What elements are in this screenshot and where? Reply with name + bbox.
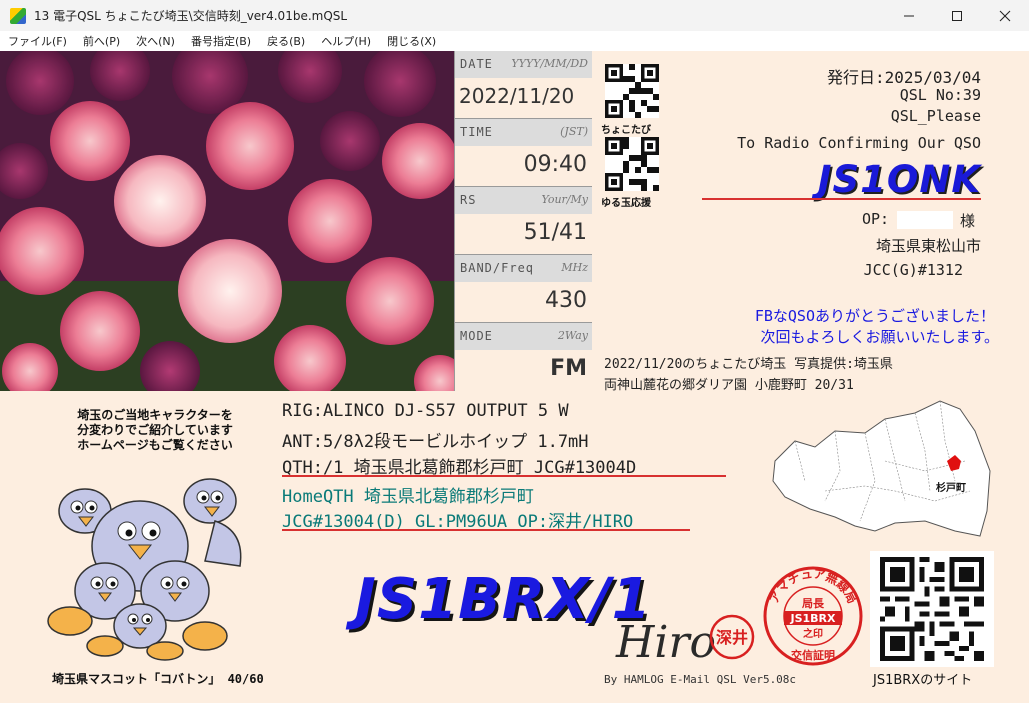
menu-jump[interactable]: 番号指定(B) [183, 33, 259, 49]
mode-label: MODE [460, 329, 493, 343]
to-callsign: JS1ONK [817, 158, 981, 201]
menu-close[interactable]: 閉じる(X) [379, 33, 444, 49]
my-callsign: JS1BRX/1 [355, 567, 652, 632]
signature-text: Hiro [616, 617, 716, 668]
personal-seal: 深井 [709, 614, 755, 660]
qth-underline [282, 475, 726, 477]
menu-file[interactable]: ファイル(F) [0, 33, 75, 49]
time-value: 09:40 [523, 152, 587, 177]
app-icon [10, 7, 26, 24]
close-button[interactable] [981, 0, 1029, 31]
op-label: OP: [862, 210, 890, 228]
antenna-line: ANT:5/8λ2段モービルホイップ 1.7mH [282, 432, 589, 452]
site-qr-frame [870, 551, 994, 667]
menu-back[interactable]: 戻る(B) [259, 33, 313, 49]
issue-date: 発行日:2025/03/04 [827, 68, 981, 87]
window-bottom-edge [0, 703, 1029, 713]
date-value: 2022/11/20 [459, 84, 575, 108]
title-bar: 13 電子QSL ちょこたび埼玉\交信時刻_ver4.01be.mQSL [0, 0, 1029, 31]
qr-bottom-caption: ゆる玉応援 [601, 198, 651, 209]
byline: By HAMLOG E-Mail QSL Ver5.08c [604, 673, 797, 686]
menu-help[interactable]: ヘルプ(H) [313, 33, 379, 49]
qr-top-caption: ちょこたび [601, 125, 651, 136]
map-label: 杉戸町 [936, 483, 966, 494]
mascot-intro-1: 埼玉のご当地キャラクターを [77, 408, 233, 422]
qr-code-top-icon[interactable] [605, 64, 659, 118]
dahlia-photo [0, 51, 454, 391]
mode-field: MODE 2Way FM [455, 323, 592, 391]
op-name-box [897, 211, 953, 229]
band-value: 430 [545, 288, 587, 313]
qsl-number: QSL No:39 [899, 86, 981, 104]
menu-next[interactable]: 次へ(N) [128, 33, 183, 49]
band-hint: MHz [561, 261, 588, 274]
mode-hint: 2Way [557, 329, 588, 342]
mascot-caption: 埼玉県マスコット「コバトン」 40/60 [52, 672, 264, 686]
op-suffix: 様 [960, 212, 976, 230]
to-jcc: JCC(G)#1312 [863, 261, 963, 279]
qr-code-bottom-icon[interactable] [605, 137, 659, 191]
qsl-card: DATE YYYY/MM/DD 2022/11/20 TIME (JST) 09:4… [0, 51, 1029, 703]
saitama-map [772, 400, 991, 537]
home-underline [282, 529, 690, 531]
rig-line: RIG:ALINCO DJ-S57 OUTPUT 5 W [282, 401, 569, 421]
seal-name: 深井 [716, 628, 748, 647]
stamp-mid-2: JS1BRX [789, 612, 836, 625]
dahlia-photo-art [0, 51, 454, 391]
menu-bar: ファイル(F) 前へ(P) 次へ(N) 番号指定(B) 戻る(B) ヘルプ(H)… [0, 31, 1029, 51]
window-controls [885, 0, 1029, 31]
rs-value: 51/41 [523, 220, 587, 245]
stamp-mid-1: 局長 [801, 597, 825, 610]
time-field: TIME (JST) 09:40 [455, 119, 592, 187]
signature: Hiro [616, 617, 716, 668]
thanks-line-2: 次回もよろしくお願いいたします。 [760, 328, 999, 346]
mascot-intro-3: ホームページもご覧ください [77, 438, 233, 452]
date-label: DATE [460, 57, 493, 71]
kobaton-mascot-image [47, 478, 242, 661]
stamp-bottom: 交信証明 [791, 648, 835, 662]
maximize-button[interactable] [933, 0, 981, 31]
maximize-icon [952, 10, 962, 21]
qso-fields: DATE YYYY/MM/DD 2022/11/20 TIME (JST) 09:4… [454, 51, 592, 391]
mascot-intro-2: 分変わりでご紹介しています [77, 423, 233, 437]
site-qr-code-icon[interactable] [877, 557, 987, 661]
confirm-line: To Radio Confirming Our QSO [737, 134, 981, 152]
mascot-intro: 埼玉のご当地キャラクターを 分変わりでご紹介しています ホームページもご覧くださ… [40, 408, 270, 453]
mode-value: FM [550, 356, 587, 381]
time-hint: (JST) [560, 125, 588, 138]
home-qth-line: HomeQTH 埼玉県北葛飾郡杉戸町 [282, 487, 534, 507]
station-stamp: アマチュア無線局 局長 JS1BRX 之印 交信証明 [763, 566, 863, 666]
window-title: 13 電子QSL ちょこたび埼玉\交信時刻_ver4.01be.mQSL [34, 9, 348, 23]
rs-hint: Your/My [541, 193, 588, 206]
minimize-button[interactable] [885, 0, 933, 31]
stamp-mid-3: 之印 [803, 627, 823, 640]
date-field: DATE YYYY/MM/DD 2022/11/20 [455, 51, 592, 119]
band-label: BAND/Freq [460, 261, 535, 275]
to-call-underline [702, 198, 981, 200]
band-field: BAND/Freq MHz 430 [455, 255, 592, 323]
close-icon [999, 10, 1011, 21]
time-label: TIME [460, 125, 493, 139]
rs-field: RS Your/My 51/41 [455, 187, 592, 255]
thanks-line-1: FBなQSOありがとうございました！ [754, 307, 995, 325]
date-hint: YYYY/MM/DD [511, 57, 588, 70]
minimize-icon [904, 15, 914, 16]
photo-credit-1: 2022/11/20のちょこたび埼玉 写真提供:埼玉県 [604, 357, 893, 372]
to-city: 埼玉県東松山市 [875, 237, 981, 255]
site-qr-caption: JS1BRXのサイト [873, 673, 973, 688]
rs-label: RS [460, 193, 477, 207]
menu-prev[interactable]: 前へ(P) [75, 33, 128, 49]
qsl-please: QSL_Please [890, 107, 981, 125]
